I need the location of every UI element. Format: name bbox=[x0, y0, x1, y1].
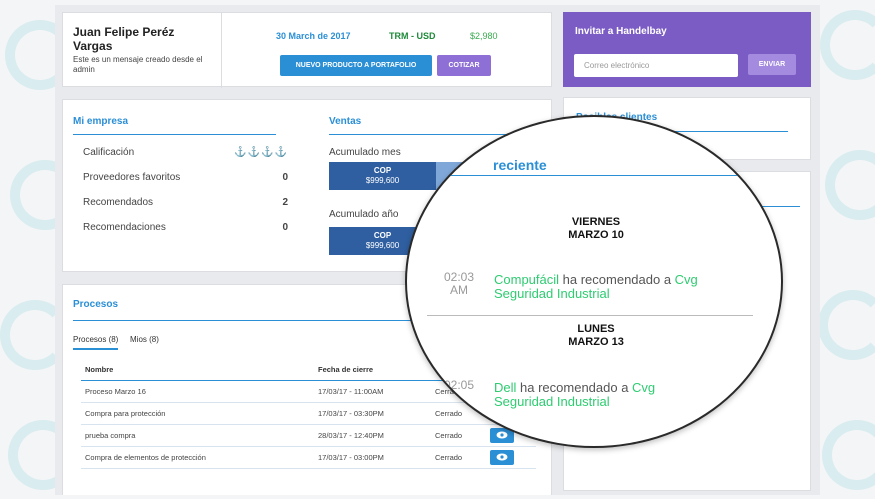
event-1-ampm: AM bbox=[450, 283, 468, 298]
year-currency: COP bbox=[373, 231, 392, 240]
event-1-verb: ha recomendado a bbox=[559, 272, 675, 287]
year-label: Acumulado año bbox=[329, 209, 399, 220]
tab-processes-label: Procesos (8) bbox=[73, 335, 119, 344]
tab-processes[interactable]: Procesos (8) bbox=[73, 335, 119, 350]
current-date: 30 March de 2017 bbox=[276, 31, 351, 41]
favorites-value: 0 bbox=[282, 172, 288, 183]
admin-message: Este es un mensaje creado desde el admin bbox=[73, 55, 203, 75]
event-2-hour: 02:05 bbox=[443, 378, 475, 392]
event-1-actor[interactable]: Compufácil bbox=[494, 272, 559, 287]
invite-title: Invitar a Handelbay bbox=[575, 26, 667, 37]
row-name: prueba compra bbox=[81, 424, 314, 447]
user-name: Juan Felipe Peréz Vargas bbox=[73, 25, 175, 53]
day-separator bbox=[427, 315, 753, 316]
recommendations-label: Recomendaciones bbox=[83, 222, 166, 233]
event-1-target[interactable]: Cvg bbox=[675, 272, 698, 287]
day-1-weekday: VIERNES bbox=[571, 216, 621, 228]
event-2-target-cont[interactable]: Seguridad Industrial bbox=[494, 394, 610, 409]
sales-title: Ventas bbox=[329, 116, 362, 127]
anchor-icons: ⚓⚓⚓⚓ bbox=[234, 147, 288, 158]
magnifier-overlay: reciente VIERNES MARZO 10 02:03 AM Compu… bbox=[405, 115, 783, 448]
quote-button[interactable]: COTIZAR bbox=[437, 55, 491, 76]
activity-title: reciente bbox=[493, 157, 547, 173]
recommendations-value: 0 bbox=[282, 222, 288, 233]
email-input[interactable]: Correo electrónico bbox=[574, 54, 738, 77]
rating-row: Calificación ⚓⚓⚓⚓ bbox=[83, 147, 288, 158]
send-button[interactable]: ENVIAR bbox=[748, 54, 796, 75]
trm-label: TRM - USD bbox=[389, 31, 436, 41]
tab-mine-label: Mios (8) bbox=[130, 335, 159, 344]
row-name: Compra de elementos de protección bbox=[81, 446, 314, 469]
event-1-target-cont[interactable]: Seguridad Industrial bbox=[494, 286, 610, 301]
rating-label: Calificación bbox=[83, 147, 135, 158]
recommended-value: 2 bbox=[282, 197, 288, 208]
new-product-button[interactable]: NUEVO PRODUCTO A PORTAFOLIO bbox=[280, 55, 432, 76]
email-placeholder: Correo electrónico bbox=[584, 61, 650, 70]
favorites-label: Proveedores favoritos bbox=[83, 172, 181, 183]
day-2-date: MARZO 13 bbox=[568, 335, 624, 348]
event-2-time: 02:05 bbox=[439, 378, 479, 392]
activity-title-underline bbox=[407, 175, 781, 176]
invite-card: Invitar a Handelbay Correo electrónico E… bbox=[563, 12, 811, 87]
row-name: Compra para protección bbox=[81, 402, 314, 425]
trm-value: $2,980 bbox=[470, 31, 498, 41]
favorites-row: Proveedores favoritos 0 bbox=[83, 172, 288, 183]
company-title: Mi empresa bbox=[73, 116, 129, 127]
activity-zoom: reciente VIERNES MARZO 10 02:03 AM Compu… bbox=[407, 117, 781, 446]
view-eye-icon[interactable] bbox=[489, 449, 514, 465]
table-row[interactable]: Compra de elementos de protección 17/03/… bbox=[81, 446, 536, 469]
col-name: Nombre bbox=[81, 360, 314, 381]
event-2-actor[interactable]: Dell bbox=[494, 380, 516, 395]
tab-mine[interactable]: Mios (8) bbox=[130, 335, 159, 344]
recommended-row: Recomendados 2 bbox=[83, 197, 288, 208]
day-2-weekday: LUNES bbox=[577, 323, 615, 335]
month-value: $999,600 bbox=[365, 176, 400, 185]
event-2-target[interactable]: Cvg bbox=[632, 380, 655, 395]
day-1-date: MARZO 10 bbox=[568, 228, 624, 241]
month-currency: COP bbox=[373, 166, 392, 175]
processes-title: Procesos bbox=[73, 299, 119, 310]
divider bbox=[221, 13, 222, 88]
header-card: Juan Felipe Peréz Vargas Este es un mens… bbox=[62, 12, 552, 88]
year-value: $999,600 bbox=[365, 241, 400, 250]
row-status: Cerrado bbox=[431, 446, 486, 469]
day-header-2: LUNES MARZO 13 bbox=[407, 323, 781, 348]
company-underline bbox=[73, 134, 276, 135]
recommended-label: Recomendados bbox=[83, 197, 154, 208]
event-2-verb: ha recomendado a bbox=[516, 380, 633, 395]
day-header-1: VIERNES MARZO 10 bbox=[407, 216, 781, 241]
row-name: Proceso Marzo 16 bbox=[81, 380, 314, 403]
event-1-text: Compufácil ha recomendado a Cvg Segurida… bbox=[494, 272, 734, 302]
event-2-text: Dell ha recomendado a Cvg Seguridad Indu… bbox=[494, 380, 734, 410]
event-1-time: 02:03 AM bbox=[439, 270, 479, 298]
month-label: Acumulado mes bbox=[329, 147, 401, 158]
row-date: 17/03/17 - 03:00PM bbox=[314, 446, 431, 469]
recommendations-row: Recomendaciones 0 bbox=[83, 222, 288, 233]
